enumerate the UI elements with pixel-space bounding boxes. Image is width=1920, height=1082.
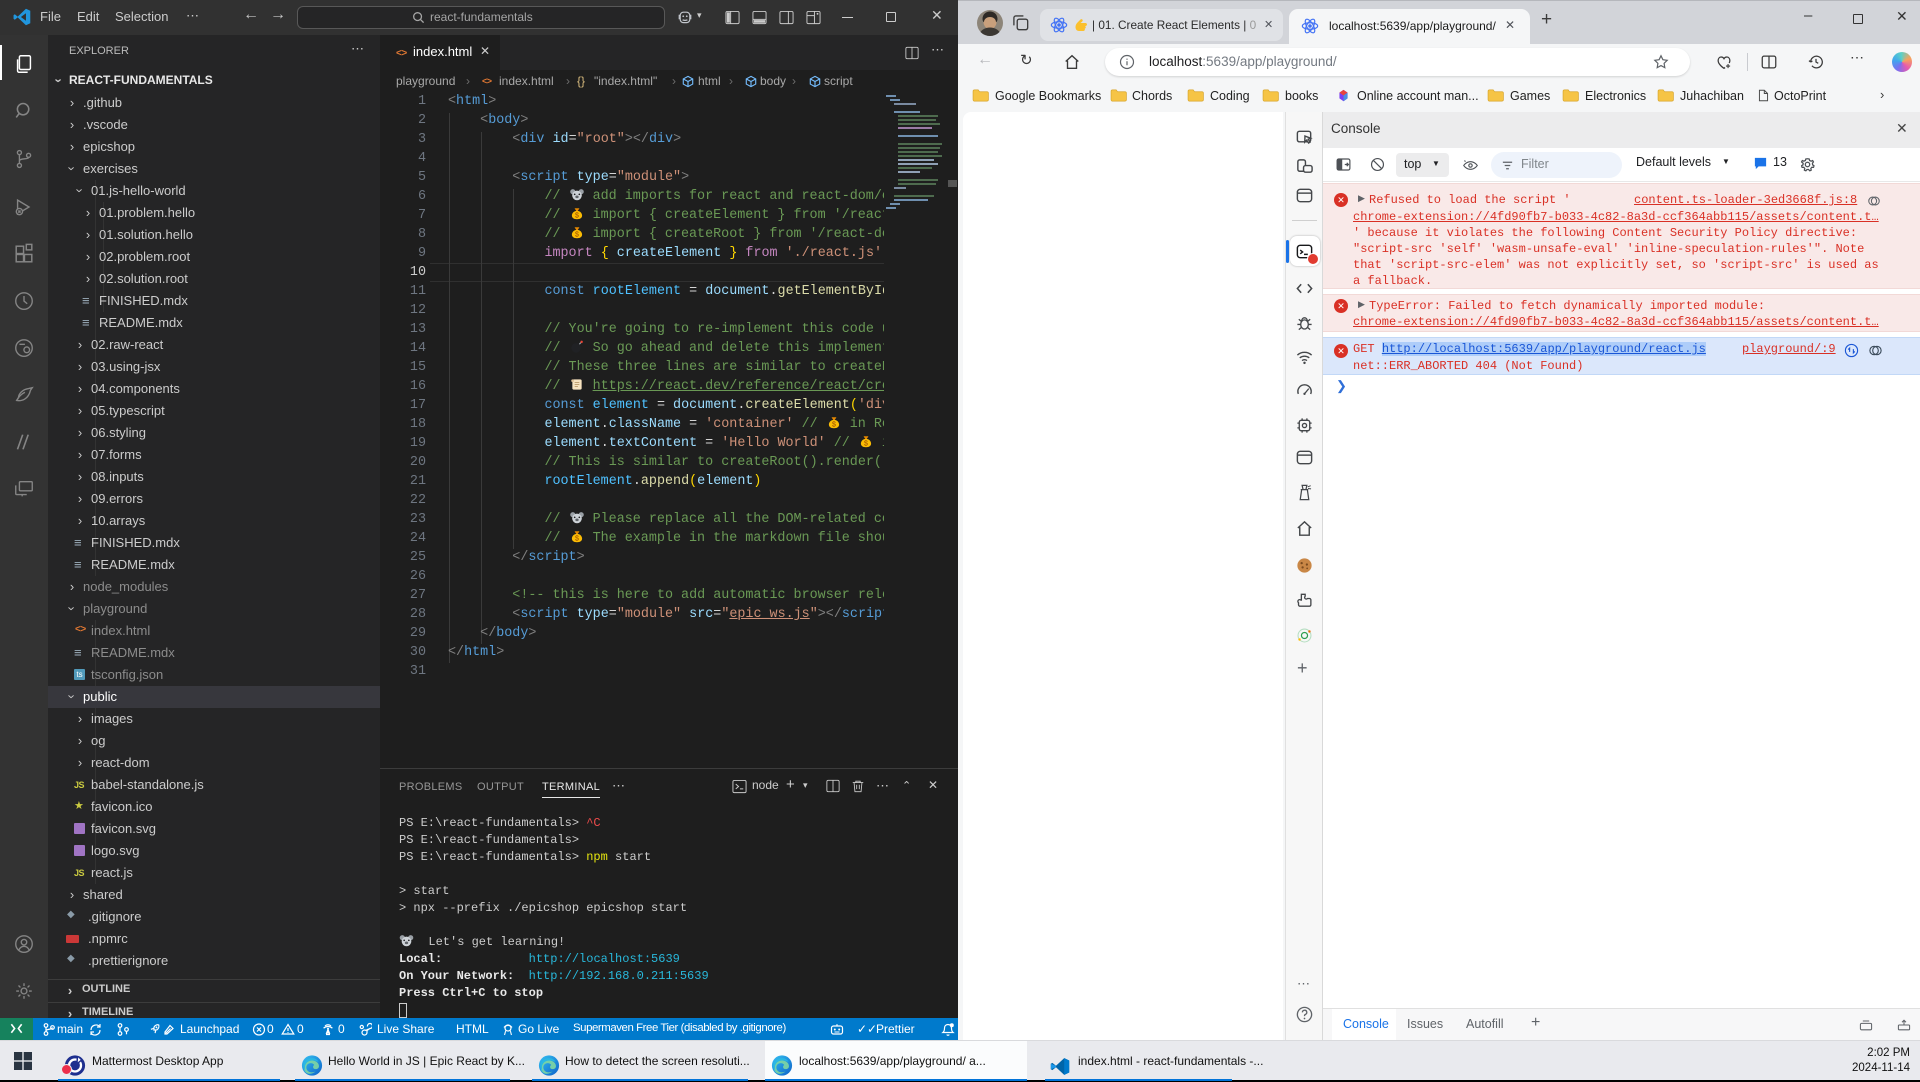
- svg-text:$: $: [832, 421, 836, 428]
- svg-text:$: $: [575, 535, 579, 542]
- svg-text:$: $: [575, 212, 579, 219]
- svg-text:$: $: [864, 440, 868, 447]
- svg-text:$: $: [575, 231, 579, 238]
